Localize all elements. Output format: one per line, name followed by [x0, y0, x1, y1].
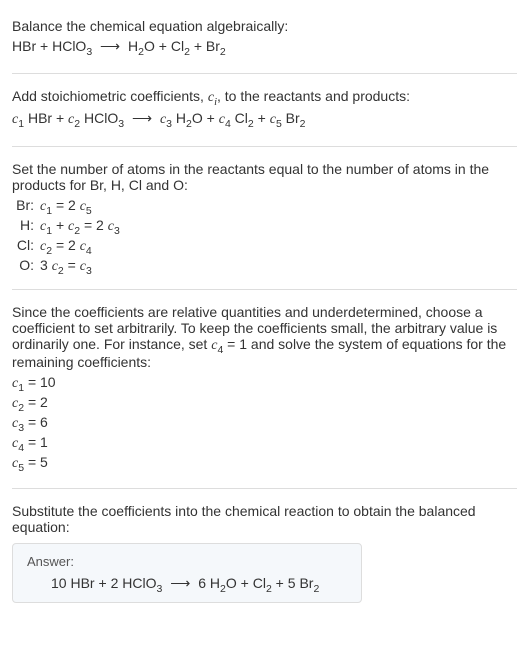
mid: = — [64, 257, 80, 273]
product-br2-base: Br — [299, 575, 313, 591]
title-part-b: , to the reactants and products: — [217, 88, 410, 104]
answer-intro: Substitute the coefficients into the che… — [12, 503, 517, 535]
title-part-a: Add stoichiometric coefficients, — [12, 88, 208, 104]
row-eq-cl: c2 = 2 c4 — [40, 237, 517, 255]
product-h2o-h: H — [128, 38, 138, 54]
row-label-o: O: — [12, 257, 40, 275]
row-label-br: Br: — [12, 197, 40, 215]
plus: + — [52, 110, 68, 126]
n2: 2 — [111, 575, 123, 591]
plus: + — [203, 110, 219, 126]
coeff-equation: c1 HBr + c2 HClO3 ⟶ c3 H2O + c4 Cl2 + c5… — [12, 110, 517, 128]
section-solve: Since the coefficients are relative quan… — [12, 294, 517, 484]
product-cl2-base: Cl — [171, 38, 184, 54]
product-br2-base: Br — [286, 110, 300, 126]
plus: + — [155, 38, 171, 54]
balance-table: Br: c1 = 2 c5 H: c1 + c2 = 2 c3 Cl: c2 =… — [12, 197, 517, 275]
product-cl2-base: Cl — [235, 110, 248, 126]
product-h2o-h: H — [176, 110, 186, 126]
divider — [12, 146, 517, 147]
reactant-hclo3-base: HClO — [52, 38, 86, 54]
plus: + — [254, 110, 270, 126]
divider — [12, 289, 517, 290]
divider — [12, 488, 517, 489]
val: = 2 — [24, 394, 48, 410]
val: = 1 — [24, 434, 48, 450]
n5: 5 — [288, 575, 300, 591]
atom-balance-title: Set the number of atoms in the reactants… — [12, 161, 517, 193]
arrow-icon: ⟶ — [162, 575, 198, 591]
coeff-row: c1 = 10 — [12, 374, 517, 392]
mid: = 2 — [52, 237, 80, 253]
answer-equation: 10 HBr + 2 HClO3 ⟶ 6 H2O + Cl2 + 5 Br2 — [27, 575, 347, 592]
divider — [12, 73, 517, 74]
answer-box: Answer: 10 HBr + 2 HClO3 ⟶ 6 H2O + Cl2 +… — [12, 543, 362, 603]
product-h2o-h: H — [210, 575, 220, 591]
product-h2o-o: O — [226, 575, 237, 591]
val: = 6 — [24, 414, 48, 430]
i: 4 — [86, 245, 92, 257]
section-atom-balance: Set the number of atoms in the reactants… — [12, 151, 517, 285]
coeff-row: c3 = 6 — [12, 414, 517, 432]
plus: + — [237, 575, 253, 591]
product-br2-base: Br — [206, 38, 220, 54]
val: = 10 — [24, 374, 56, 390]
row-eq-o: 3 c2 = c3 — [40, 257, 517, 275]
section-answer: Substitute the coefficients into the che… — [12, 493, 517, 613]
product-h2o-o: O — [144, 38, 155, 54]
plus: + — [272, 575, 288, 591]
pre: 3 — [40, 257, 52, 273]
c4-i: 4 — [225, 118, 231, 130]
product-br2-sub: 2 — [300, 118, 306, 130]
arrow-icon: ⟶ — [124, 110, 160, 126]
row-label-h: H: — [12, 217, 40, 235]
i: 3 — [86, 265, 92, 277]
product-br2-sub: 2 — [313, 583, 319, 595]
val: = 5 — [24, 454, 48, 470]
problem-title: Balance the chemical equation algebraica… — [12, 18, 517, 34]
product-h2o-o: O — [192, 110, 203, 126]
row-eq-h: c1 + c2 = 2 c3 — [40, 217, 517, 235]
coeff-row: c2 = 2 — [12, 394, 517, 412]
product-br2-sub: 2 — [220, 46, 226, 58]
reactant-hclo3-base: HClO — [122, 575, 156, 591]
add-coeff-title: Add stoichiometric coefficients, ci, to … — [12, 88, 517, 106]
i: 3 — [114, 225, 120, 237]
reactant-hclo3-base: HClO — [84, 110, 118, 126]
solve-title: Since the coefficients are relative quan… — [12, 304, 517, 370]
plus: + — [190, 38, 206, 54]
n1: 10 — [51, 575, 70, 591]
mid: + — [52, 217, 68, 233]
reactant-hbr: HBr — [28, 110, 52, 126]
mid: = 2 — [52, 197, 80, 213]
i: 5 — [86, 205, 92, 217]
section-add-coefficients: Add stoichiometric coefficients, ci, to … — [12, 78, 517, 142]
reactant-hbr: HBr — [70, 575, 94, 591]
coeff-row: c5 = 5 — [12, 454, 517, 472]
row-label-cl: Cl: — [12, 237, 40, 255]
answer-label: Answer: — [27, 554, 347, 569]
section-problem: Balance the chemical equation algebraica… — [12, 8, 517, 69]
product-cl2-base: Cl — [253, 575, 266, 591]
c5-i: 5 — [276, 118, 282, 130]
plus: + — [36, 38, 52, 54]
n3: 6 — [198, 575, 210, 591]
coefficient-list: c1 = 10 c2 = 2 c3 = 6 c4 = 1 c5 = 5 — [12, 374, 517, 472]
arrow-icon: ⟶ — [92, 38, 128, 54]
row-eq-br: c1 = 2 c5 — [40, 197, 517, 215]
eq: = 2 — [80, 217, 108, 233]
problem-equation: HBr + HClO3 ⟶ H2O + Cl2 + Br2 — [12, 38, 517, 55]
plus: + — [95, 575, 111, 591]
reactant-hbr: HBr — [12, 38, 36, 54]
coeff-row: c4 = 1 — [12, 434, 517, 452]
